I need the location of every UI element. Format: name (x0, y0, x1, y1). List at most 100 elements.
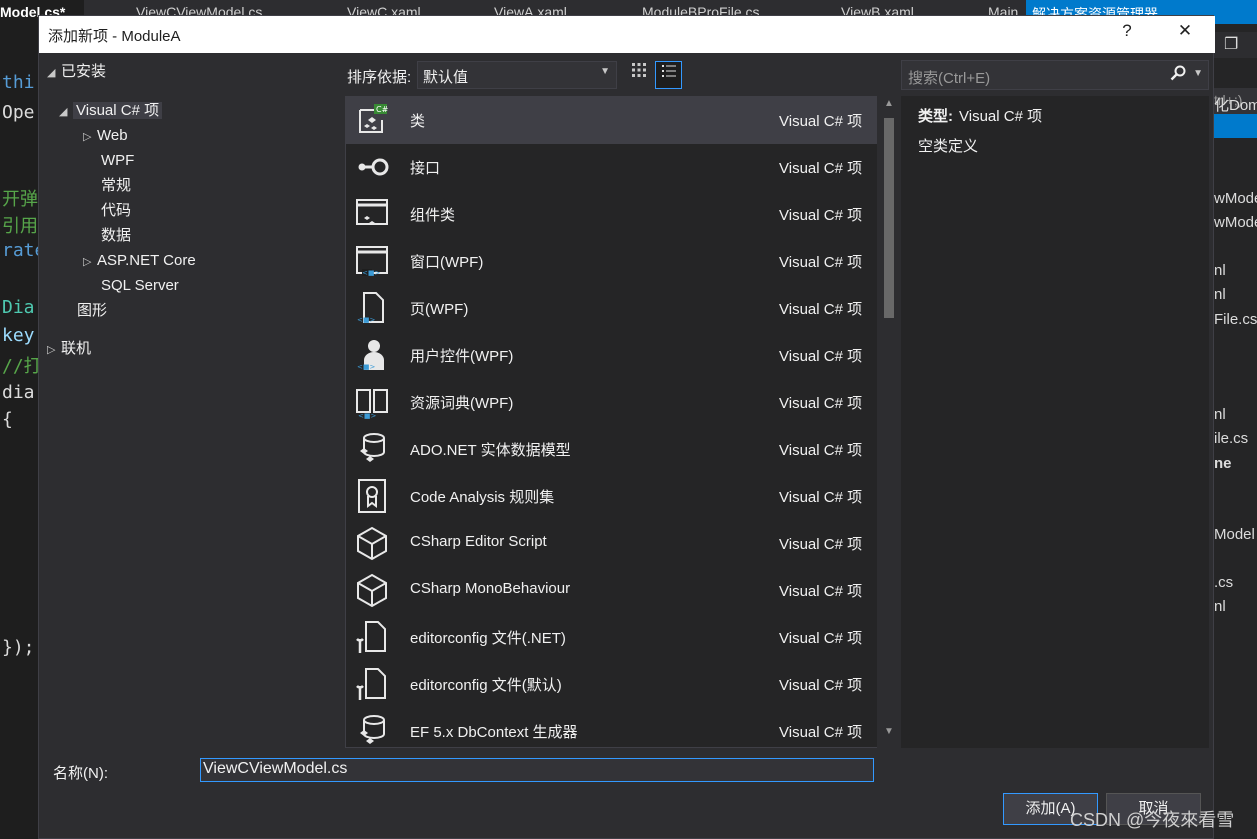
wpf-window-icon: <■> (356, 246, 388, 277)
chevron-down-icon: ▼ (600, 66, 610, 77)
search-options-chevron-icon[interactable]: ▼ (1193, 68, 1203, 79)
list-icon (661, 65, 676, 77)
collapsed-arrow-icon[interactable]: ▷ (83, 250, 97, 274)
list-item[interactable]: CSharp MonoBehaviour Visual C# 项 (346, 567, 879, 614)
tree-line: wMode (1214, 190, 1257, 207)
list-item[interactable]: Code Analysis 规则集 Visual C# 项 (346, 473, 879, 520)
tree-item-data[interactable]: 数据 (101, 224, 131, 248)
grid-icon (631, 63, 646, 77)
list-item[interactable]: editorconfig 文件(.NET) Visual C# 项 (346, 614, 879, 661)
tree-item-web[interactable]: ▷ Web (83, 124, 128, 148)
scroll-up-arrow-icon[interactable]: ▲ (877, 98, 901, 118)
list-item[interactable]: ADO.NET 实体数据模型 Visual C# 项 (346, 426, 879, 473)
tree-item-online[interactable]: ▷ 联机 (47, 337, 91, 361)
name-input[interactable]: ViewCViewModel.cs (200, 758, 874, 782)
item-category: Visual C# 项 (779, 583, 863, 600)
tree-item-visual-csharp[interactable]: ◢ Visual C# 项 (59, 99, 163, 124)
cube-icon (357, 573, 387, 608)
item-name: editorconfig 文件(.NET) (410, 630, 566, 647)
list-item[interactable]: <■> 页(WPF) Visual C# 项 (346, 285, 879, 332)
tree-item-wpf[interactable]: WPF (101, 149, 134, 173)
svg-text:C#: C# (376, 105, 389, 114)
watermark: CSDN @今夜來看雪 (1070, 810, 1235, 830)
item-name: 类 (410, 113, 426, 130)
tree-item-aspnet-core[interactable]: ▷ ASP.NET Core (83, 249, 196, 273)
list-item[interactable]: CSharp Editor Script Visual C# 项 (346, 520, 879, 567)
code-line: Dia (2, 297, 35, 318)
type-label: 类型: (918, 108, 953, 125)
scroll-down-arrow-icon[interactable]: ▼ (877, 726, 901, 746)
code-line: //打 (2, 356, 38, 377)
expanded-arrow-icon[interactable]: ◢ (59, 100, 73, 124)
config-file-icon (356, 621, 386, 653)
list-item[interactable]: <■> 窗口(WPF) Visual C# 项 (346, 238, 879, 285)
list-item[interactable]: EF 5.x DbContext 生成器 Visual C# 项 (346, 708, 879, 747)
item-category: Visual C# 项 (779, 395, 863, 412)
tree-item-graphics[interactable]: 图形 (77, 299, 107, 323)
tree-line: nl (1214, 262, 1226, 279)
code-line: rate (2, 240, 38, 261)
template-details-pane: 类型: Visual C# 项 空类定义 (901, 96, 1209, 748)
svg-text:<■>: <■> (357, 363, 375, 371)
tree-item-installed[interactable]: ◢ 已安装 (47, 60, 106, 84)
config-file-icon (356, 668, 386, 700)
tree-line: ile.cs (1214, 430, 1249, 447)
svg-text:<■>: <■> (358, 412, 376, 420)
close-button[interactable]: ✕ (1170, 21, 1200, 41)
item-category: Visual C# 项 (779, 724, 863, 741)
tree-item-code[interactable]: 代码 (101, 199, 131, 223)
tree-item-sql-server[interactable]: SQL Server (101, 274, 179, 298)
collapsed-arrow-icon[interactable]: ▷ (47, 338, 61, 362)
list-item[interactable]: C# 类 Visual C# 项 (346, 97, 879, 144)
search-box[interactable]: 搜索(Ctrl+E) ▼ (901, 60, 1209, 90)
small-icons-view-button[interactable] (625, 61, 652, 89)
tree-line: .cs (1214, 574, 1234, 591)
code-line: thi (2, 72, 35, 93)
component-class-icon (356, 199, 388, 225)
list-item[interactable]: 组件类 Visual C# 项 (346, 191, 879, 238)
list-item[interactable]: 接口 Visual C# 项 (346, 144, 879, 191)
expanded-arrow-icon[interactable]: ◢ (47, 61, 61, 85)
code-line: 开弹 (2, 189, 38, 210)
item-name: 用户控件(WPF) (410, 348, 514, 365)
item-name: 资源词典(WPF) (410, 395, 514, 412)
search-icon[interactable] (1170, 65, 1186, 86)
tree-line: nl (1214, 286, 1226, 303)
cube-icon (357, 526, 387, 561)
item-category: Visual C# 项 (779, 630, 863, 647)
item-category: Visual C# 项 (779, 160, 863, 177)
svg-text:<■>: <■> (362, 269, 380, 277)
restore-icon[interactable]: ❐ (1224, 34, 1238, 54)
code-line: dia (2, 382, 35, 403)
tree-line: nl (1214, 598, 1226, 615)
list-item[interactable]: <■> 资源词典(WPF) Visual C# 项 (346, 379, 879, 426)
item-name: CSharp Editor Script (410, 533, 547, 550)
help-button[interactable]: ? (1112, 21, 1142, 41)
sort-dropdown[interactable]: 默认值 ▼ (417, 61, 617, 89)
list-item[interactable]: editorconfig 文件(默认) Visual C# 项 (346, 661, 879, 708)
tree-line: File.cs (1214, 311, 1257, 328)
collapsed-arrow-icon[interactable]: ▷ (83, 125, 97, 149)
sort-label: 排序依据: (347, 69, 412, 86)
list-view-button[interactable] (655, 61, 682, 89)
template-category-tree: ◢ 已安装 ◢ Visual C# 项 ▷ Web WPF 常规 代码 数据 ▷ ASP… (39, 53, 339, 753)
scrollbar-thumb[interactable] (884, 118, 894, 318)
tree-line: Model (1214, 526, 1255, 543)
item-name: 窗口(WPF) (410, 254, 484, 271)
template-list: C# 类 Visual C# 项 接口 Visual C# 项 组件类 Visu… (345, 96, 901, 748)
list-item[interactable]: <■> 用户控件(WPF) Visual C# 项 (346, 332, 879, 379)
template-description: 空类定义 (918, 138, 979, 155)
tree-line: wMode (1214, 214, 1257, 231)
name-label: 名称(N): (53, 765, 108, 782)
dbcontext-icon (360, 715, 385, 744)
interface-icon (358, 158, 389, 176)
tree-item-general[interactable]: 常规 (101, 174, 131, 198)
item-category: Visual C# 项 (779, 113, 863, 130)
dialog-titlebar[interactable]: 添加新项 - ModuleA ? ✕ (39, 16, 1215, 53)
list-scrollbar[interactable]: ▲ ▼ (877, 96, 901, 748)
svg-text:<■>: <■> (357, 316, 375, 324)
item-name: 页(WPF) (410, 301, 469, 318)
item-name: ADO.NET 实体数据模型 (410, 442, 571, 459)
search-input[interactable]: 搜索(Ctrl+E) (908, 67, 990, 88)
item-category: Visual C# 项 (779, 254, 863, 271)
